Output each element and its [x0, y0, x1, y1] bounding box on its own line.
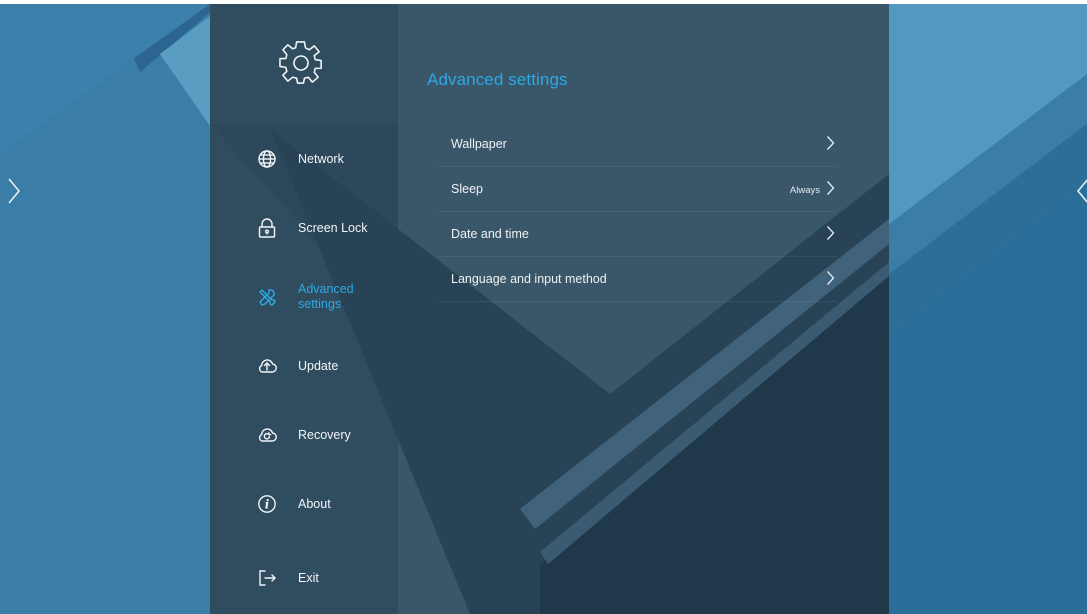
chevron-right-icon[interactable] — [6, 176, 22, 206]
tools-icon — [259, 289, 276, 306]
nav-label-exit: Exit — [298, 570, 319, 585]
nav-label-update: Update — [298, 358, 339, 373]
row-label-date-and-time: Date and time — [451, 227, 529, 241]
lock-icon — [258, 218, 276, 238]
row-value-sleep: Always — [789, 185, 820, 196]
info-icon: i — [258, 495, 276, 513]
row-label-wallpaper: Wallpaper — [451, 137, 507, 151]
nav-label-network: Network — [298, 151, 344, 166]
row-divider — [437, 301, 837, 302]
nav-item-screen-lock[interactable]: Screen Lock — [250, 203, 395, 253]
page-title: Advanced settings — [427, 70, 568, 89]
row-label-sleep: Sleep — [451, 182, 483, 196]
exit-icon — [259, 570, 276, 586]
nav-item-network[interactable]: Network — [250, 134, 395, 184]
settings-screen: Advanced settings Network Screen Lock Ad… — [0, 4, 1087, 614]
gear-icon — [279, 41, 322, 84]
globe-icon — [258, 150, 276, 168]
nav-label-about: About — [298, 496, 331, 511]
chevron-right-icon — [827, 271, 835, 285]
nav-item-about[interactable]: i About — [250, 479, 395, 529]
chevron-right-icon — [827, 136, 835, 150]
cloud-restore-icon — [258, 428, 277, 442]
cloud-upload-icon — [258, 359, 277, 373]
chevron-left-icon[interactable] — [1075, 176, 1087, 206]
setting-row-wallpaper[interactable]: Wallpaper — [437, 122, 837, 166]
nav-item-update[interactable]: Update — [250, 341, 395, 391]
setting-row-date-and-time[interactable]: Date and time — [437, 212, 837, 256]
nav-label-screen-lock: Screen Lock — [298, 220, 368, 235]
setting-row-language-and-input-method[interactable]: Language and input method — [437, 257, 837, 301]
nav-label-recovery: Recovery — [298, 427, 351, 442]
svg-text:i: i — [265, 498, 270, 512]
chevron-right-icon — [827, 226, 835, 240]
nav-item-recovery[interactable]: Recovery — [250, 410, 395, 460]
nav-item-advanced-settings[interactable]: Advanced settings — [250, 272, 395, 322]
nav-label-advanced-settings: Advanced settings — [298, 282, 354, 311]
setting-row-sleep[interactable]: Sleep Always — [437, 167, 837, 211]
nav-item-exit[interactable]: Exit — [250, 553, 395, 603]
row-label-language-and-input-method: Language and input method — [451, 272, 607, 286]
chevron-right-icon — [827, 181, 835, 195]
